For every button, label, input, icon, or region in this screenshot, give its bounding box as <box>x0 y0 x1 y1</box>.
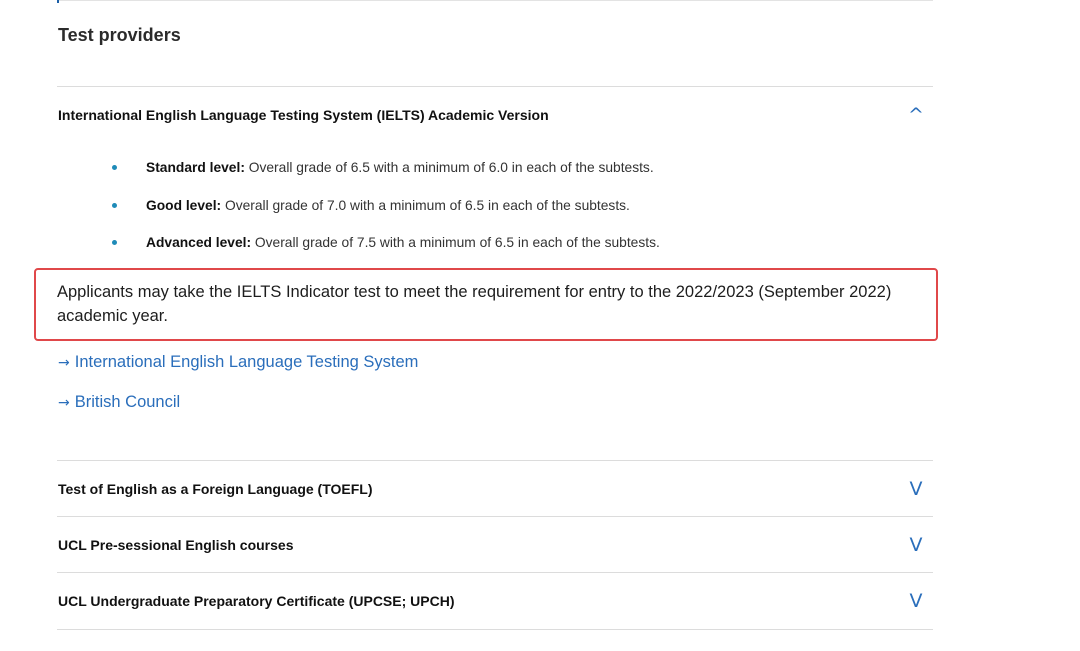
link-label: International English Language Testing S… <box>74 353 419 371</box>
bullet-icon <box>112 202 117 208</box>
list-item: Advanced level: Overall grade of 7.5 wit… <box>112 234 660 252</box>
bullet-text: Overall grade of 6.5 with a minimum of 6… <box>244 160 654 175</box>
divider <box>57 516 933 517</box>
accordion-title-presessional: UCL Pre-sessional English courses <box>58 537 294 553</box>
link-ielts[interactable]: → International English Language Testing … <box>58 352 418 373</box>
bullet-icon <box>112 239 117 245</box>
list-item: Standard level: Overall grade of 6.5 wit… <box>112 159 654 177</box>
top-accent-mark <box>57 0 59 3</box>
top-divider <box>57 0 933 1</box>
arrow-right-icon: → <box>58 355 70 371</box>
accordion-title-ielts: International English Language Testing S… <box>58 107 549 123</box>
divider <box>57 629 933 630</box>
bullet-label: Good level: <box>146 198 222 213</box>
chevron-down-icon[interactable]: V <box>905 478 927 500</box>
ielts-indicator-note: Applicants may take the IELTS Indicator … <box>57 283 892 325</box>
bullet-label: Advanced level: <box>146 235 252 250</box>
divider <box>57 572 933 573</box>
bullet-text: Overall grade of 7.0 with a minimum of 6… <box>221 198 630 213</box>
accordion-title-upc: UCL Undergraduate Preparatory Certificat… <box>58 593 455 609</box>
bullet-icon <box>112 164 117 170</box>
divider <box>57 86 933 87</box>
link-label: British Council <box>74 393 181 411</box>
accordion-title-toefl: Test of English as a Foreign Language (T… <box>58 481 373 497</box>
chevron-down-icon[interactable]: V <box>905 590 927 612</box>
chevron-down-icon[interactable]: V <box>905 534 927 556</box>
chevron-up-icon[interactable]: ^ <box>905 104 927 126</box>
bullet-text: Overall grade of 7.5 with a minimum of 6… <box>251 235 660 250</box>
divider <box>57 460 933 461</box>
list-item: Good level: Overall grade of 7.0 with a … <box>112 197 630 215</box>
arrow-right-icon: → <box>58 395 70 411</box>
bullet-label: Standard level: <box>146 160 245 175</box>
link-british-council[interactable]: → British Council <box>58 392 180 413</box>
section-title: Test providers <box>58 25 181 45</box>
